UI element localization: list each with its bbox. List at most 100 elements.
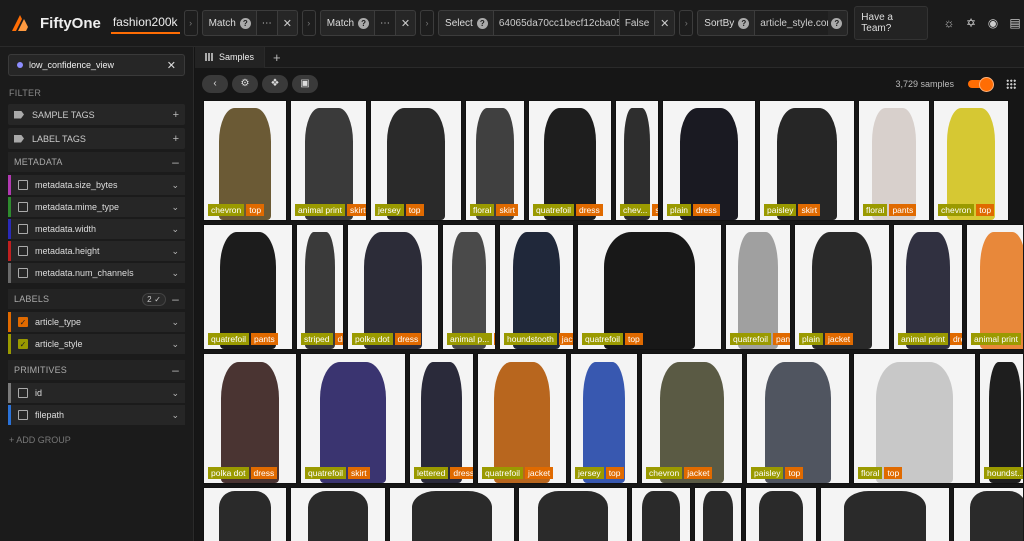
tab-samples[interactable]: Samples [195,46,266,68]
add-group-button[interactable]: + ADD GROUP [0,427,193,445]
settings-gear-icon[interactable]: ⚙ [232,74,258,93]
chevron-down-icon[interactable]: ⌄ [171,246,179,257]
sample-tags-group[interactable]: SAMPLE TAGS + [8,104,185,125]
sample-tile[interactable]: animal print skirt [290,100,367,221]
field-checkbox[interactable] [18,388,28,398]
remove-stage-icon[interactable]: ✕ [654,11,674,35]
sample-tile[interactable]: quatrefoil dress [528,100,612,221]
saved-view-selector[interactable]: low_confidence_view ✕ [8,54,185,76]
theme-toggle-icon[interactable]: ☼ [940,14,958,32]
view-stage-match-2[interactable]: Match ? ⋯ ✕ [319,10,417,36]
label-tags-group[interactable]: LABEL TAGS + [8,128,185,149]
field-article-style[interactable]: ✓ article_style ⌄ [8,334,185,354]
clear-view-icon[interactable]: ✕ [167,59,176,72]
labels-group-header[interactable]: LABELS 2 ✓ – [8,289,185,309]
sample-tile[interactable] [745,487,817,541]
remove-stage-icon[interactable]: ✕ [276,11,297,35]
sample-tile[interactable]: plain dress [662,100,756,221]
field-checkbox[interactable] [18,246,28,256]
sample-tile[interactable]: chevron jacket [641,353,743,484]
sample-tile[interactable] [694,487,742,541]
field-checkbox[interactable] [18,224,28,234]
sample-tile[interactable] [820,487,950,541]
chevron-down-icon[interactable]: ⌄ [171,317,179,328]
fiftyone-logo-icon[interactable] [8,11,32,35]
field-id[interactable]: id ⌄ [8,383,185,403]
sample-tile[interactable] [203,487,287,541]
stage-ids-input[interactable]: 64065da70cc1becf12cba053... [492,11,619,35]
have-a-team-button[interactable]: Have a Team? [854,6,928,40]
patches-icon[interactable]: ▣ [292,74,318,93]
slack-icon[interactable]: ✡ [962,14,980,32]
sample-tile[interactable]: plain jacket [794,224,890,350]
chevron-down-icon[interactable]: ⌄ [171,388,179,399]
sample-tile[interactable]: floral pants [858,100,930,221]
stage-add-icon[interactable]: › [420,10,435,36]
sample-tile[interactable]: animal printpants [966,224,1023,350]
help-icon[interactable]: ? [476,17,488,29]
sample-tile[interactable]: quatrefoil jacket [477,353,567,484]
chevron-down-icon[interactable]: ⌄ [171,410,179,421]
sample-tile[interactable]: quatrefoilpants [203,224,293,350]
sample-tile[interactable]: chev...skirt [615,100,659,221]
dataset-selector[interactable]: fashion200k [110,13,180,34]
field-article-type[interactable]: ✓ article_type ⌄ [8,312,185,332]
add-panel-icon[interactable]: + [265,50,289,65]
field-checkbox-checked[interactable]: ✓ [18,339,28,349]
tag-icon[interactable]: ❖ [262,74,288,93]
back-icon[interactable]: ‹ [202,74,228,93]
help-icon[interactable]: ? [358,17,370,29]
sample-tile[interactable]: animal printdress [893,224,963,350]
chevron-down-icon[interactable]: ⌄ [171,339,179,350]
field-filepath[interactable]: filepath ⌄ [8,405,185,425]
sample-tile[interactable]: polka dot dress [347,224,439,350]
grid-zoom-slider[interactable] [968,76,994,92]
sample-tile[interactable]: chevron top [933,100,1009,221]
sample-tile[interactable]: jersey top [570,353,638,484]
remove-stage-icon[interactable]: ✕ [395,11,415,35]
docs-icon[interactable]: ▤ [1006,14,1024,32]
sample-tile[interactable]: lettered dress [409,353,474,484]
sort-field-input[interactable]: article_style.conf [754,11,829,35]
field-checkbox[interactable] [18,410,28,420]
field-metadata-size-bytes[interactable]: metadata.size_bytes ⌄ [8,175,185,195]
stage-bool-value[interactable]: False [618,11,655,35]
github-icon[interactable]: ◉ [984,14,1002,32]
field-metadata-mime-type[interactable]: metadata.mime_type ⌄ [8,197,185,217]
collapse-icon[interactable]: – [172,292,179,306]
sample-tile[interactable] [953,487,1023,541]
sample-tile[interactable]: floral top [853,353,976,484]
sample-tile[interactable]: floral skirt [465,100,525,221]
sample-tile[interactable]: quatrefoil top [577,224,722,350]
app-title[interactable]: FiftyOne [40,15,101,32]
field-checkbox-checked[interactable]: ✓ [18,317,28,327]
view-stage-match-1[interactable]: Match ? ⋯ ✕ [201,10,298,36]
primitives-group-header[interactable]: PRIMITIVES – [8,360,185,380]
sample-tile[interactable] [290,487,386,541]
field-metadata-num-channels[interactable]: metadata.num_channels ⌄ [8,263,185,283]
sample-tile[interactable]: jersey top [370,100,462,221]
field-metadata-width[interactable]: metadata.width ⌄ [8,219,185,239]
sample-tile[interactable]: houndst...dress [979,353,1023,484]
chevron-down-icon[interactable]: ⌄ [171,202,179,213]
grid-options-icon[interactable] [1006,78,1016,89]
sample-tile[interactable] [518,487,628,541]
view-stage-sortby[interactable]: SortBy ? article_style.conf ? [697,10,849,36]
chevron-down-icon[interactable]: ⌄ [171,224,179,235]
collapse-icon[interactable]: – [172,155,179,169]
collapse-icon[interactable]: – [172,363,179,377]
stage-add-icon[interactable]: › [183,10,198,36]
sample-tile[interactable] [389,487,515,541]
sample-tile[interactable]: paisley skirt [759,100,855,221]
sample-tile[interactable]: quatrefoilpants [725,224,791,350]
sample-tile[interactable]: houndstoothjacket [499,224,574,350]
stage-add-icon[interactable]: › [301,10,316,36]
expand-icon[interactable]: + [173,109,179,121]
sample-tile[interactable]: animal p...skirt [442,224,496,350]
expand-icon[interactable]: + [173,133,179,145]
sample-tile[interactable]: chevron top [203,100,287,221]
help-icon[interactable]: ? [239,17,251,29]
chevron-down-icon[interactable]: ⌄ [171,268,179,279]
field-metadata-height[interactable]: metadata.height ⌄ [8,241,185,261]
metadata-group-header[interactable]: METADATA – [8,152,185,172]
